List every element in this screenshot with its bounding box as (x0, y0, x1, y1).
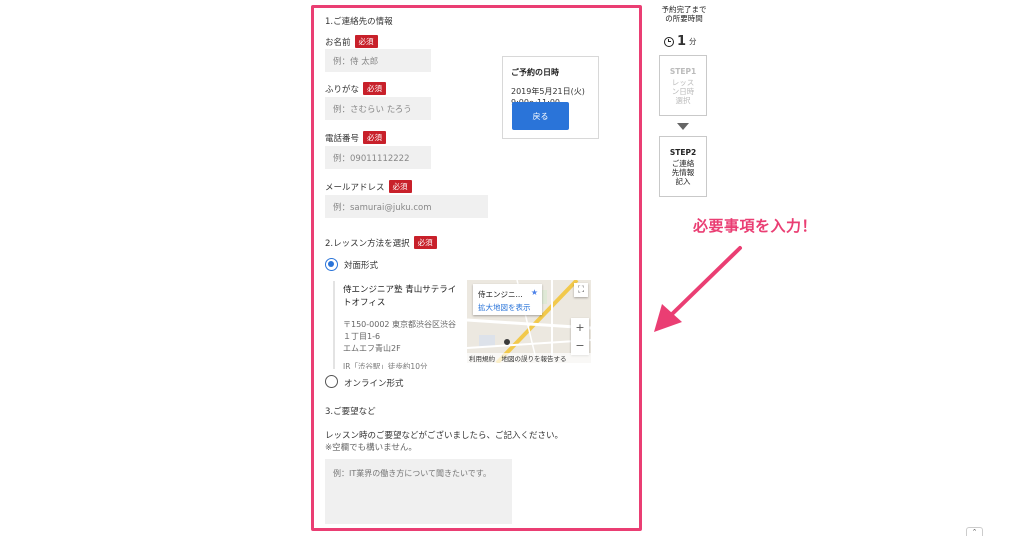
step-2-text: ご連絡先情報記入 (671, 159, 695, 186)
clock-icon (664, 36, 674, 47)
map-place-name: 侍エンジニ... (478, 290, 523, 299)
star-icon[interactable]: ★ (531, 288, 538, 297)
step-1: STEP1 レッスン日時選択 (659, 55, 707, 116)
required-badge: 必須 (363, 131, 387, 144)
request-section-title: 3.ご要望など (325, 407, 376, 417)
name-label-text: お名前 (325, 37, 351, 48)
lesson-section-text: 2.レッスン方法を選択 (325, 238, 410, 249)
phone-label: 電話番号 必須 (325, 131, 387, 144)
completion-minutes: 1 (677, 34, 687, 49)
map-place-card: 侍エンジニ... ★ 拡大地図を表示 (473, 284, 542, 315)
required-badge: 必須 (354, 35, 378, 48)
phone-label-text: 電話番号 (325, 133, 360, 144)
name-input[interactable]: 例：侍 太郎 (325, 49, 431, 72)
email-label: メールアドレス 必須 (325, 180, 412, 193)
office-building: エムエフ青山2F (343, 344, 401, 353)
office-info: 侍エンジニア塾 青山サテライトオフィス 〒150-0002 東京都渋谷区渋谷１丁… (333, 281, 461, 369)
back-button[interactable]: 戻る (512, 102, 569, 130)
zoom-out-button[interactable]: − (571, 336, 589, 354)
office-map[interactable]: 侍エンジニ... ★ 拡大地図を表示 ⛶ + − 利用規約 地図の誤りを報告する (467, 280, 591, 363)
step-arrow-icon (677, 123, 689, 130)
request-textarea[interactable] (325, 459, 512, 524)
map-zoom-control: + − (571, 318, 589, 355)
name-label: お名前 必須 (325, 35, 378, 48)
furigana-input[interactable]: 例：さむらい たろう (325, 97, 431, 120)
fullscreen-icon[interactable]: ⛶ (574, 283, 588, 297)
in-person-radio[interactable] (325, 258, 338, 271)
furigana-label-text: ふりがな (325, 84, 360, 95)
map-terms[interactable]: 利用規約 地図の誤りを報告する (467, 353, 591, 363)
in-person-label[interactable]: 対面形式 (344, 259, 378, 271)
furigana-label: ふりがな 必須 (325, 82, 387, 95)
phone-input[interactable]: 例：09011112222 (325, 146, 431, 169)
request-note: ※空欄でも構いません。 (325, 443, 417, 453)
annotation-text: 必要事項を入力！ (693, 217, 818, 235)
booking-summary: ご予約の日時 2019年5月21日(火) 9:00～11:00 戻る (502, 56, 599, 139)
required-badge: 必須 (413, 236, 437, 249)
step-2-label: STEP2 (669, 148, 697, 157)
step-1-label: STEP1 (669, 67, 697, 76)
zoom-in-button[interactable]: + (571, 318, 589, 336)
completion-time: 1 分 (664, 34, 697, 49)
online-label[interactable]: オンライン形式 (344, 377, 404, 389)
required-badge: 必須 (388, 180, 412, 193)
office-name: 侍エンジニア塾 青山サテライトオフィス (343, 285, 457, 308)
required-badge: 必須 (363, 82, 387, 95)
lesson-section-title: 2.レッスン方法を選択 必須 (325, 236, 437, 249)
scroll-top-button[interactable]: ⌃ (966, 527, 983, 536)
map-enlarge-link[interactable]: 拡大地図を表示 (478, 302, 531, 313)
email-label-text: メールアドレス (325, 182, 385, 193)
booking-date: 2019年5月21日(火) (511, 87, 585, 96)
step-2: STEP2 ご連絡先情報記入 (659, 136, 707, 197)
email-input[interactable]: 例：samurai@juku.com (325, 195, 488, 218)
booking-title: ご予約の日時 (511, 68, 559, 77)
online-radio[interactable] (325, 375, 338, 388)
completion-time-heading: 予約完了までの所要時間 (661, 5, 707, 23)
request-text: レッスン時のご要望などがございましたら、ご記入ください。 (325, 431, 564, 441)
contact-section-title: 1.ご連絡先の情報 (325, 17, 393, 27)
office-address: 〒150-0002 東京都渋谷区渋谷１丁目1-6 (343, 320, 457, 341)
annotation-arrow-icon (654, 246, 742, 332)
office-station: JR「渋谷駅」徒歩約10分 (343, 362, 428, 369)
step-1-text: レッスン日時選択 (671, 78, 695, 105)
completion-unit: 分 (689, 37, 697, 46)
